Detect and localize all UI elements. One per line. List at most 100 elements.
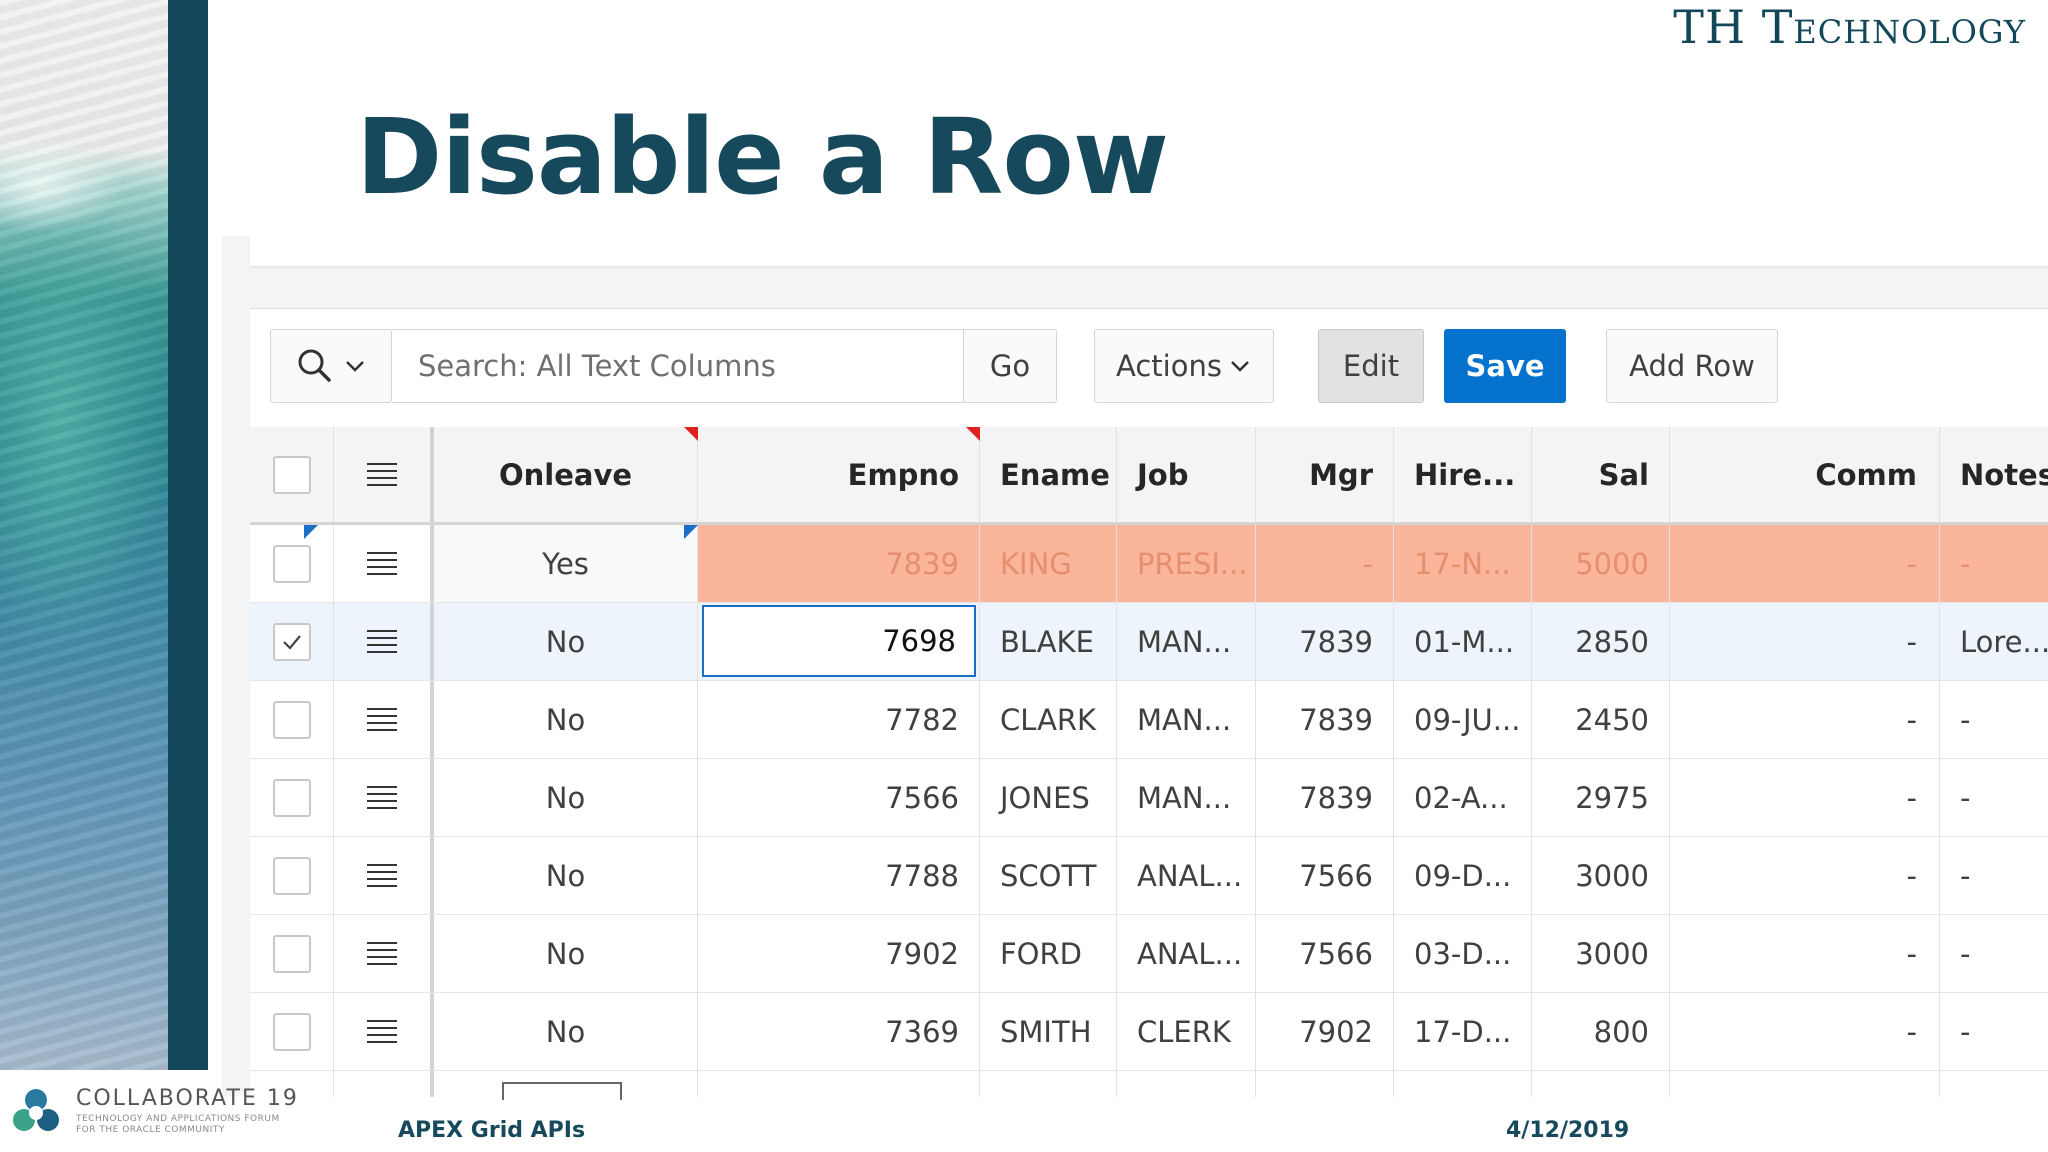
cell-notes[interactable]: - <box>1940 681 2048 758</box>
cell-notes[interactable]: Lore... <box>1940 603 2048 680</box>
row-select-checkbox[interactable] <box>272 622 311 661</box>
select-all-checkbox[interactable] <box>272 455 311 494</box>
cell-job[interactable]: ANAL... <box>1117 915 1256 992</box>
edit-button[interactable]: Edit <box>1318 329 1424 403</box>
cell-mgr[interactable]: 7839 <box>1256 681 1394 758</box>
cell-empno[interactable]: 7782 <box>698 681 980 758</box>
cell-onleave[interactable]: No <box>434 759 698 836</box>
cell-comm[interactable]: - <box>1670 837 1940 914</box>
active-cell-editor[interactable]: 7698 <box>702 605 976 677</box>
cell-notes[interactable]: - <box>1940 759 2048 836</box>
cell-comm[interactable]: - <box>1670 759 1940 836</box>
cell-job[interactable]: MAN... <box>1117 759 1256 836</box>
row-actions-cell[interactable] <box>334 915 434 992</box>
checkmark-icon <box>282 634 301 650</box>
cell-notes[interactable]: - <box>1940 993 2048 1070</box>
go-button[interactable]: Go <box>963 329 1057 403</box>
row-actions-cell[interactable] <box>334 837 434 914</box>
cell-comm[interactable]: - <box>1670 993 1940 1070</box>
cell-sal[interactable]: 3000 <box>1532 915 1670 992</box>
cell-mgr[interactable]: 7566 <box>1256 837 1394 914</box>
cell-ename[interactable]: SMITH <box>980 993 1117 1070</box>
table-row[interactable]: No 7566 JONES MAN... 7839 02-A... 2975- - <box>250 759 2048 837</box>
cell-comm[interactable]: - <box>1670 915 1940 992</box>
cell-empno[interactable]: 7369 <box>698 993 980 1070</box>
cell-empno: 7839 <box>698 525 980 602</box>
cell-sal[interactable]: 2450 <box>1532 681 1670 758</box>
cell-ename[interactable]: JONES <box>980 759 1117 836</box>
cell-onleave[interactable]: No <box>434 681 698 758</box>
table-row[interactable]: No BLAKE MAN... 7839 01-M... 2850- Lore... 7698 <box>250 603 2048 681</box>
row-select-checkbox[interactable] <box>272 934 311 973</box>
column-header-sal[interactable]: Sal <box>1532 427 1670 522</box>
cell-onleave[interactable]: No <box>434 915 698 992</box>
cell-mgr[interactable]: 7839 <box>1256 603 1394 680</box>
column-header-mgr[interactable]: Mgr <box>1256 427 1394 522</box>
cell-empno[interactable]: 7902 <box>698 915 980 992</box>
row-select-checkbox[interactable] <box>272 778 311 817</box>
table-row[interactable]: No 7782 CLARK MAN... 7839 09-JU... 2450- - <box>250 681 2048 759</box>
cell-sal[interactable]: 800 <box>1532 993 1670 1070</box>
cell-notes[interactable]: - <box>1940 915 2048 992</box>
cell-sal[interactable]: 3000 <box>1532 837 1670 914</box>
save-button[interactable]: Save <box>1444 329 1566 403</box>
row-select-cell <box>250 681 334 758</box>
row-select-checkbox[interactable] <box>272 544 311 583</box>
column-header-hiredate[interactable]: Hire... <box>1394 427 1532 522</box>
cell-hiredate[interactable]: 09-JU... <box>1394 681 1532 758</box>
cell-job[interactable]: MAN... <box>1117 603 1256 680</box>
column-header-empno[interactable]: Empno <box>698 427 980 522</box>
cell-hiredate[interactable]: 01-M... <box>1394 603 1532 680</box>
row-select-cell <box>250 525 334 602</box>
cell-empno[interactable]: 7566 <box>698 759 980 836</box>
row-actions-cell[interactable] <box>334 525 434 602</box>
column-header-job[interactable]: Job <box>1117 427 1256 522</box>
column-header-notes[interactable]: Notes <box>1940 427 2048 522</box>
cell-job[interactable]: CLERK <box>1117 993 1256 1070</box>
row-select-checkbox[interactable] <box>272 1012 311 1051</box>
cell-onleave[interactable]: No <box>434 837 698 914</box>
add-row-button[interactable]: Add Row <box>1606 329 1778 403</box>
cell-hiredate[interactable]: 09-D... <box>1394 837 1532 914</box>
search-column-selector[interactable] <box>270 329 392 403</box>
column-header-ename[interactable]: Ename <box>980 427 1117 522</box>
actions-menu-button[interactable]: Actions <box>1094 329 1274 403</box>
cell-onleave[interactable]: No <box>434 603 698 680</box>
row-actions-cell[interactable] <box>334 759 434 836</box>
table-row[interactable]: No 7788 SCOTT ANAL... 7566 09-D... 3000- - <box>250 837 2048 915</box>
cell-hiredate[interactable]: 02-A... <box>1394 759 1532 836</box>
cell-mgr[interactable]: 7839 <box>1256 759 1394 836</box>
search-input[interactable]: Search: All Text Columns <box>392 329 964 403</box>
collaborate-tagline: TECHNOLOGY AND APPLICATIONS FORUM FOR TH… <box>76 1114 280 1135</box>
cell-hiredate[interactable]: 03-D... <box>1394 915 1532 992</box>
table-row[interactable]: No 7902 FORD ANAL... 7566 03-D... 3000- - <box>250 915 2048 993</box>
row-actions-cell[interactable] <box>334 993 434 1070</box>
column-header-comm[interactable]: Comm <box>1670 427 1940 522</box>
grid-toolbar: Search: All Text Columns Go Actions Edit… <box>250 309 2048 427</box>
cell-job[interactable]: ANAL... <box>1117 837 1256 914</box>
cell-comm[interactable]: - <box>1670 603 1940 680</box>
cell-mgr[interactable]: 7566 <box>1256 915 1394 992</box>
empty-cell <box>1670 1071 1940 1097</box>
cell-onleave[interactable]: No <box>434 993 698 1070</box>
cell-ename[interactable]: BLAKE <box>980 603 1117 680</box>
cell-ename[interactable]: CLARK <box>980 681 1117 758</box>
cell-notes[interactable]: - <box>1940 837 2048 914</box>
select-all-cell <box>250 427 334 522</box>
column-header-onleave[interactable]: Onleave <box>434 427 698 522</box>
cell-comm[interactable]: - <box>1670 681 1940 758</box>
row-actions-cell[interactable] <box>334 603 434 680</box>
row-actions-menu-icon <box>367 786 397 809</box>
table-row[interactable]: No 7369 SMITH CLERK 7902 17-D... 800- - <box>250 993 2048 1071</box>
cell-hiredate[interactable]: 17-D... <box>1394 993 1532 1070</box>
cell-ename[interactable]: SCOTT <box>980 837 1117 914</box>
cell-sal[interactable]: 2975 <box>1532 759 1670 836</box>
row-select-checkbox[interactable] <box>272 700 311 739</box>
cell-mgr[interactable]: 7902 <box>1256 993 1394 1070</box>
cell-empno[interactable]: 7788 <box>698 837 980 914</box>
row-select-checkbox[interactable] <box>272 856 311 895</box>
cell-job[interactable]: MAN... <box>1117 681 1256 758</box>
cell-ename[interactable]: FORD <box>980 915 1117 992</box>
cell-sal[interactable]: 2850 <box>1532 603 1670 680</box>
row-actions-cell[interactable] <box>334 681 434 758</box>
